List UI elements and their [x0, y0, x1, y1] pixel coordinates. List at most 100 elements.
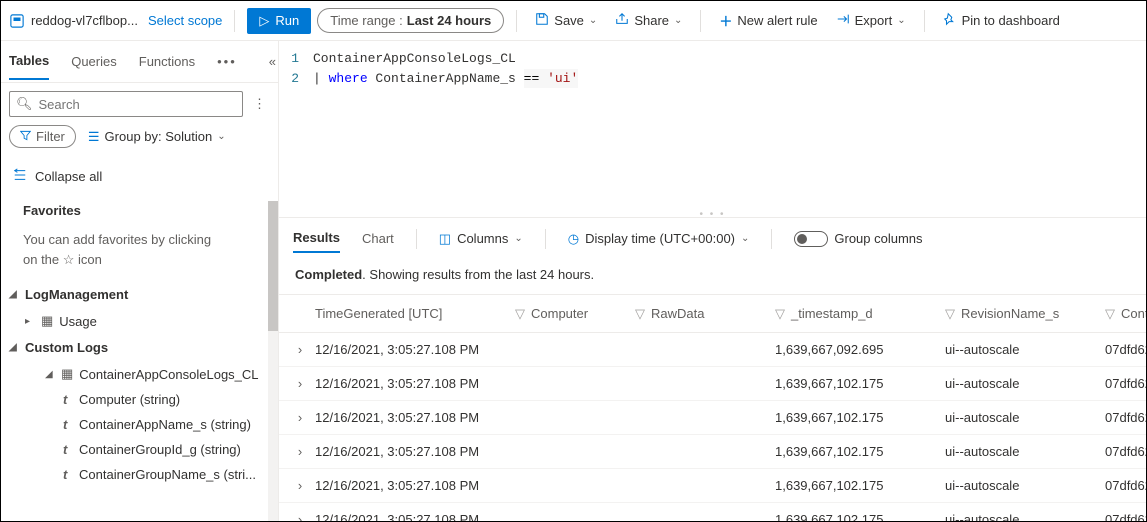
main-area: Tables Queries Functions ••• « 🔍︎ ⋮ Filt… [1, 41, 1146, 521]
row-expander[interactable]: › [285, 342, 315, 357]
table-row[interactable]: ›12/16/2021, 3:05:27.108 PM1,639,667,102… [279, 401, 1146, 435]
tab-tables[interactable]: Tables [9, 43, 49, 80]
sidebar-scrollbar-thumb[interactable] [268, 201, 278, 331]
collapse-all-button[interactable]: Collapse all [1, 158, 278, 195]
filter-icon[interactable]: ▽ [775, 306, 785, 322]
type-icon: t [63, 467, 73, 482]
table-row[interactable]: ›12/16/2021, 3:05:27.108 PM1,639,667,102… [279, 435, 1146, 469]
row-expander[interactable]: › [285, 444, 315, 459]
filter-icon [20, 129, 31, 144]
sidebar-tabs: Tables Queries Functions ••• « [1, 41, 278, 83]
share-icon [615, 12, 629, 29]
code-op: == [524, 69, 540, 89]
table-icon: ▦ [41, 313, 53, 329]
toggle-switch[interactable] [794, 231, 828, 247]
display-time-picker[interactable]: ◷ Display time (UTC+00:00) ⌄ [568, 231, 750, 247]
col-timegenerated[interactable]: TimeGenerated [UTC] [315, 306, 515, 321]
chevron-down-icon: ⌄ [217, 131, 225, 142]
cell-timestamp: 1,639,667,102.175 [775, 478, 945, 493]
run-button[interactable]: ▷ Run [247, 8, 311, 34]
cell-timestamp: 1,639,667,102.175 [775, 512, 945, 521]
filter-icon[interactable]: ▽ [515, 306, 525, 322]
field-groupid[interactable]: tContainerGroupId_g (string) [1, 437, 278, 462]
separator [924, 10, 925, 32]
sidebar-more-button[interactable]: ••• [217, 54, 237, 69]
new-alert-rule-button[interactable]: ＋ New alert rule [713, 7, 823, 34]
group-logmanagement[interactable]: ◢ LogManagement [1, 281, 278, 308]
share-button[interactable]: Share ⌄ [609, 8, 688, 33]
favorites-header: Favorites [1, 195, 278, 226]
tab-chart[interactable]: Chart [362, 225, 394, 252]
export-button[interactable]: Export ⌄ [830, 8, 912, 33]
row-expander[interactable]: › [285, 376, 315, 391]
code-text: ContainerAppConsoleLogs_CL [313, 49, 516, 69]
group-customlogs[interactable]: ◢ Custom Logs [1, 334, 278, 361]
columns-picker[interactable]: ◫ Columns ⌄ [439, 231, 523, 247]
sidebar-collapse-button[interactable]: « [269, 54, 276, 69]
scope-name: reddog-vl7cflbop... [31, 13, 138, 28]
tab-queries[interactable]: Queries [71, 44, 117, 79]
pin-icon [943, 12, 957, 29]
table-row[interactable]: ›12/16/2021, 3:05:27.108 PM 1,639,667,102… [279, 503, 1146, 521]
row-expander[interactable]: › [285, 512, 315, 521]
col-containergroup[interactable]: ▽ ContainerGro [1105, 306, 1146, 322]
group-by-dropdown[interactable]: ☰ Group by: Solution ⌄ [88, 129, 226, 145]
col-timestamp[interactable]: ▽_timestamp_d [775, 306, 945, 322]
field-computer[interactable]: tComputer (string) [1, 387, 278, 412]
table-row[interactable]: ›12/16/2021, 3:05:27.108 PM1,639,667,102… [279, 469, 1146, 503]
row-expander[interactable]: › [285, 478, 315, 493]
cell-containergroup: 07dfd62c-f17 [1105, 478, 1146, 493]
type-icon: t [63, 442, 73, 457]
select-scope-link[interactable]: Select scope [148, 13, 222, 28]
cell-containergroup: 07dfd62c-f17 [1105, 342, 1146, 357]
tree-item-cacl[interactable]: ◢ ▦ ContainerAppConsoleLogs_CL [1, 361, 278, 387]
separator [545, 229, 546, 249]
field-appname[interactable]: tContainerAppName_s (string) [1, 412, 278, 437]
status-rest: . Showing results from the last 24 hours… [362, 267, 594, 282]
cell-timestamp: 1,639,667,092.695 [775, 342, 945, 357]
time-range-value: Last 24 hours [407, 13, 492, 28]
cell-timestamp: 1,639,667,102.175 [775, 444, 945, 459]
filter-button[interactable]: Filter [9, 125, 76, 148]
cell-revision: ui--autoscale [945, 342, 1105, 357]
search-input[interactable]: 🔍︎ [9, 91, 243, 117]
tab-functions[interactable]: Functions [139, 44, 195, 79]
field-label: ContainerAppName_s (string) [79, 417, 251, 432]
filter-icon[interactable]: ▽ [1105, 306, 1115, 322]
code-string: 'ui' [547, 69, 578, 89]
row-expander[interactable]: › [285, 410, 315, 425]
chevron-down-icon: ⌄ [514, 233, 522, 244]
header-label: ContainerGro [1121, 306, 1146, 321]
cell-revision: ui--autoscale [945, 376, 1105, 391]
col-revisionname[interactable]: ▽RevisionName_s [945, 306, 1105, 322]
save-icon [535, 12, 549, 29]
table-row[interactable]: ›12/16/2021, 3:05:27.108 PM1,639,667,102… [279, 367, 1146, 401]
field-groupname[interactable]: tContainerGroupName_s (stri... [1, 462, 278, 487]
caret-right-icon: ▸ [25, 316, 35, 327]
group-columns-toggle[interactable]: Group columns [794, 231, 922, 247]
pin-to-dashboard-button[interactable]: Pin to dashboard [937, 8, 1066, 33]
search-icon: 🔍︎ [16, 96, 33, 112]
filter-icon[interactable]: ▽ [945, 306, 955, 322]
cell-containergroup: 07dfd62c-f17 [1105, 444, 1146, 459]
sidebar-search-more[interactable]: ⋮ [249, 96, 270, 112]
time-range-picker[interactable]: Time range : Last 24 hours [317, 8, 504, 33]
code-mid: ContainerAppName_s [368, 69, 524, 89]
plus-icon: ＋ [719, 11, 732, 30]
tab-results[interactable]: Results [293, 224, 340, 253]
top-toolbar: reddog-vl7cflbop... Select scope ▷ Run T… [1, 1, 1146, 41]
code-pipe: | [313, 69, 329, 89]
search-field[interactable] [39, 97, 236, 112]
save-button[interactable]: Save ⌄ [529, 8, 603, 33]
columns-label: Columns [457, 231, 508, 246]
col-rawdata[interactable]: ▽RawData [635, 306, 775, 322]
table-row[interactable]: ›12/16/2021, 3:05:27.108 PM1,639,667,092… [279, 333, 1146, 367]
play-icon: ▷ [259, 13, 269, 29]
col-computer[interactable]: ▽Computer [515, 306, 635, 322]
table-icon: ▦ [61, 366, 73, 382]
tree-item-usage[interactable]: ▸ ▦ Usage [1, 308, 278, 334]
filter-icon[interactable]: ▽ [635, 306, 645, 322]
cell-time: 12/16/2021, 3:05:27.108 PM [315, 512, 515, 521]
chevron-down-icon: ⌄ [897, 15, 905, 26]
query-editor[interactable]: 1ContainerAppConsoleLogs_CL 2| where Con… [279, 41, 1146, 211]
